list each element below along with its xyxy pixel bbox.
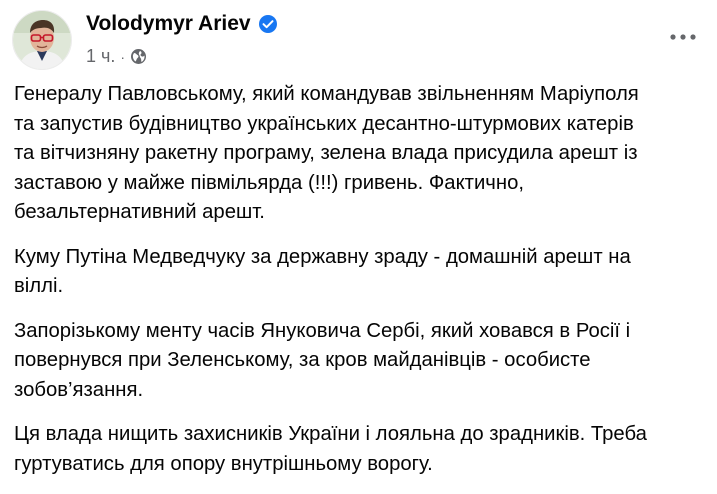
post-meta: 1 ч. ·	[86, 46, 147, 67]
avatar-image	[13, 11, 71, 69]
avatar[interactable]	[12, 10, 72, 70]
more-options-icon	[670, 34, 696, 40]
post-paragraph: Ця влада нищить захисників України і лоя…	[14, 423, 647, 475]
post-paragraph: Куму Путіна Медведчуку за державну зраду…	[14, 245, 631, 298]
meta-separator: ·	[120, 48, 126, 65]
post-paragraph: Запорізькому менту часів Януковича Сербі…	[14, 319, 631, 401]
post-timestamp[interactable]: 1 ч.	[86, 46, 115, 67]
author-name[interactable]: Volodymyr Ariev	[86, 12, 251, 36]
more-options-button[interactable]	[663, 22, 703, 52]
author-line: Volodymyr Ariev	[86, 12, 278, 36]
post-body: Генералу Павловському, який командував з…	[14, 80, 704, 494]
post-paragraph: Генералу Павловському, який командував з…	[14, 83, 639, 223]
post-header: Volodymyr Ariev 1 ч. ·	[12, 8, 705, 70]
globe-icon[interactable]	[130, 48, 147, 65]
verified-badge-icon	[258, 14, 278, 34]
facebook-post: Volodymyr Ariev 1 ч. · Генералу Павловсь…	[0, 0, 717, 475]
